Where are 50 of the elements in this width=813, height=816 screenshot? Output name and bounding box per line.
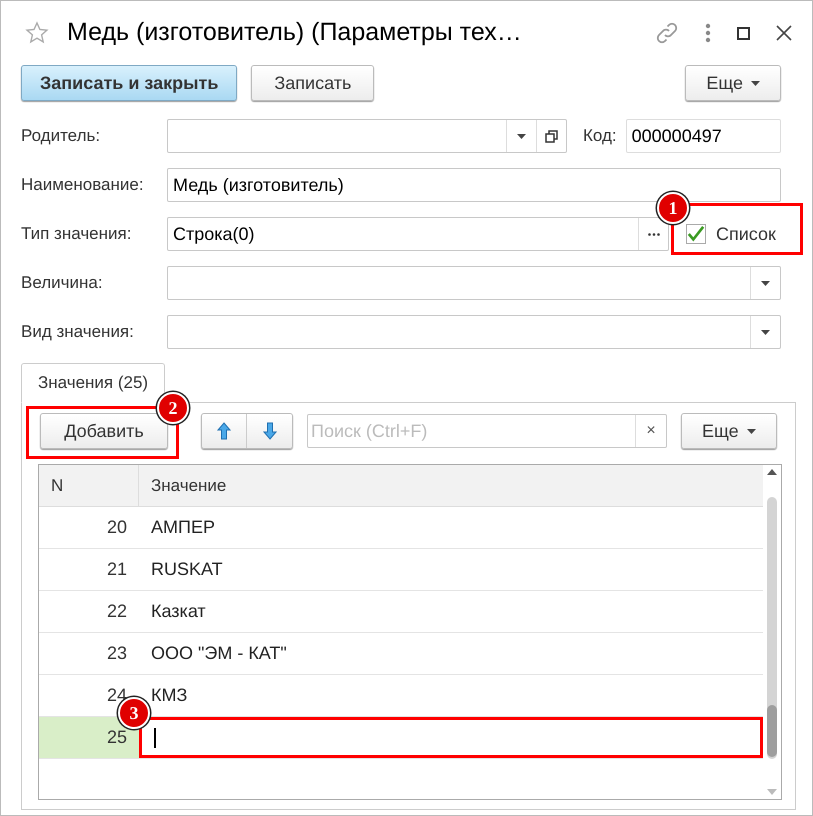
close-icon[interactable] — [776, 25, 792, 41]
input-field[interactable] — [167, 315, 781, 349]
table-cell-text: 20 — [106, 516, 127, 539]
tab[interactable]: Значения (25) — [21, 363, 166, 403]
caret-icon — [746, 428, 756, 434]
more-icon[interactable] — [705, 23, 711, 43]
checkbox-label: Список — [716, 222, 776, 246]
clear-button[interactable]: × — [635, 415, 666, 447]
callout-badge: 1 — [657, 192, 689, 224]
field-label: Код: — [583, 125, 617, 148]
input-field[interactable] — [167, 119, 567, 153]
link-icon[interactable] — [655, 21, 679, 45]
table-cell-text: Казкат — [150, 600, 207, 623]
table-cell-text: 25 — [106, 726, 127, 749]
add-button[interactable]: Добавить — [40, 413, 168, 449]
column-header: N — [39, 465, 139, 506]
table-cell-text: ООО "ЭМ - КАТ" — [150, 642, 288, 665]
table-cell-text: 23 — [106, 642, 127, 665]
input-field[interactable]: Медь (изготовитель) — [167, 168, 781, 202]
arrow-down-icon — [262, 422, 276, 440]
column-header: Значение — [150, 474, 228, 497]
more-button[interactable]: Еще — [685, 65, 781, 101]
more-button[interactable]: Еще — [681, 413, 777, 449]
table-cell-text: 22 — [106, 600, 127, 623]
table-cell-text: 21 — [106, 558, 127, 581]
caret-icon — [751, 80, 760, 86]
window-title: Медь (изготовитель) (Параметры тех… — [67, 17, 522, 48]
arrow-up-icon — [217, 422, 231, 440]
save-button[interactable]: Записать — [251, 65, 374, 101]
field-label: Величина: — [21, 272, 104, 294]
checkbox[interactable] — [686, 224, 706, 244]
table-cell-text: КМЗ — [150, 684, 188, 707]
maximize-icon[interactable] — [737, 26, 750, 40]
table-cell-text: RUSKAT — [150, 558, 224, 581]
table-cell-text: АМПЕР — [150, 516, 216, 539]
field-label: Наименование: — [21, 174, 145, 196]
field-label: Вид значения: — [21, 321, 135, 344]
scroll-up-icon[interactable] — [767, 469, 777, 475]
save-and-close-button[interactable]: Записать и закрыть — [21, 65, 238, 101]
callout-badge: 2 — [157, 392, 189, 424]
star-icon[interactable] — [25, 21, 49, 45]
search-field[interactable]: Поиск (Ctrl+F) × — [307, 414, 667, 448]
scroll-track[interactable] — [767, 497, 777, 759]
field-label: Родитель: — [21, 125, 102, 148]
scroll-thumb[interactable] — [767, 705, 777, 757]
input-field[interactable] — [167, 266, 781, 300]
field-label: Тип значения: — [21, 223, 132, 246]
input-field[interactable] — [139, 717, 763, 758]
code-field: 000000497 — [626, 119, 781, 153]
input-field[interactable]: Строка(0) — [167, 217, 669, 251]
